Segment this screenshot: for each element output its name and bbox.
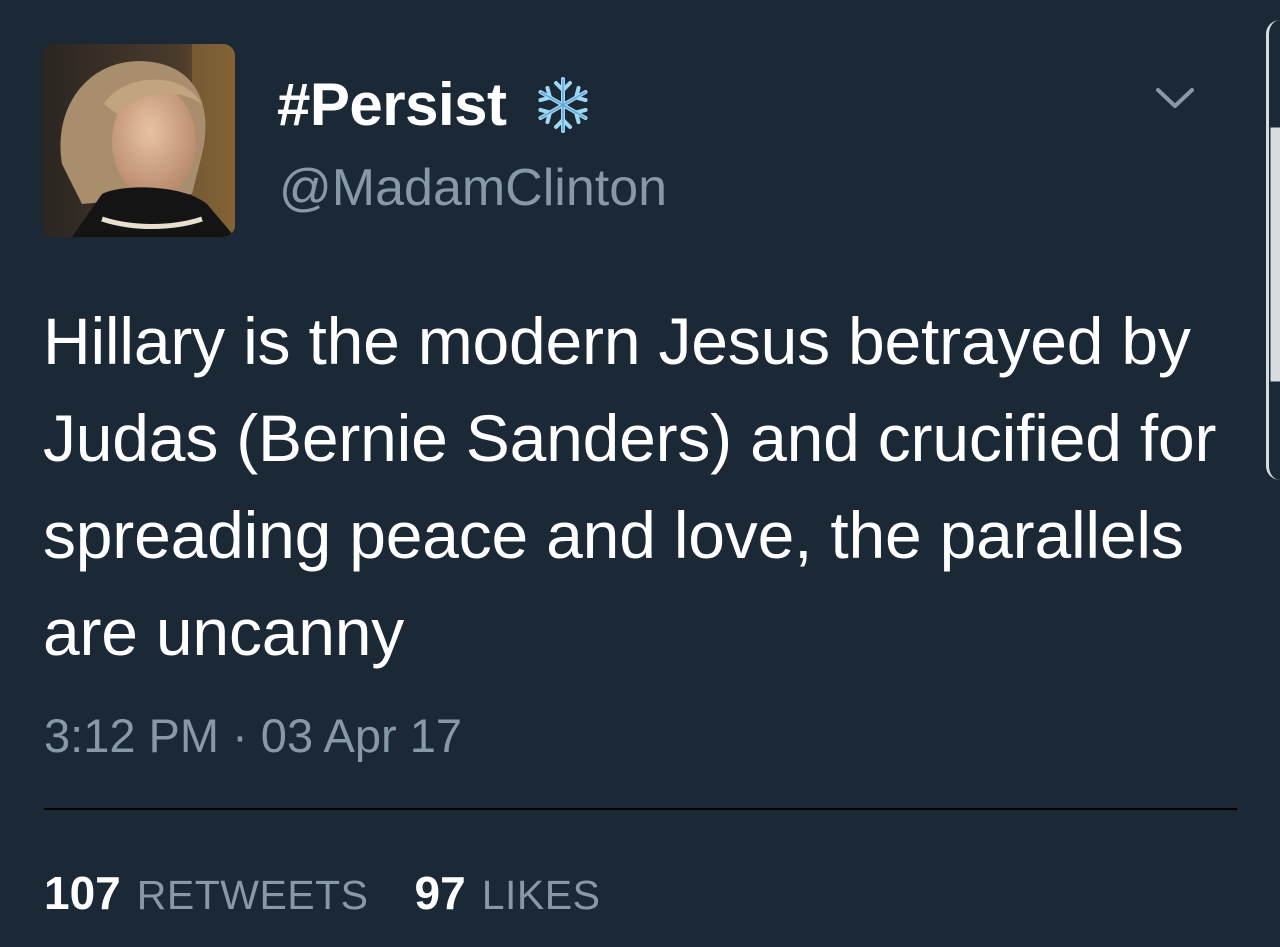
chevron-down-icon[interactable] bbox=[1152, 80, 1198, 114]
divider bbox=[44, 808, 1237, 810]
likes-label: LIKES bbox=[481, 872, 601, 918]
likes-stat[interactable]: 97 LIKES bbox=[415, 866, 601, 920]
retweets-label: RETWEETS bbox=[136, 872, 369, 918]
tweet-text: Hillary is the modern Jesus betrayed by … bbox=[43, 304, 1217, 669]
retweets-count: 107 bbox=[44, 867, 121, 919]
tweet-stats: 107 RETWEETS 97 LIKES bbox=[44, 863, 646, 923]
scroll-edge bbox=[1266, 20, 1280, 480]
retweets-stat[interactable]: 107 RETWEETS bbox=[44, 866, 369, 920]
avatar[interactable] bbox=[42, 44, 235, 237]
tweet-timestamp[interactable]: 3:12 PM · 03 Apr 17 bbox=[44, 706, 462, 766]
user-handle[interactable]: @MadamClinton bbox=[279, 155, 667, 221]
avatar-photo bbox=[42, 44, 235, 237]
display-name-row[interactable]: #Persist bbox=[277, 70, 593, 140]
likes-count: 97 bbox=[414, 867, 466, 919]
display-name[interactable]: #Persist bbox=[277, 70, 507, 140]
snowflake-icon bbox=[533, 75, 593, 135]
